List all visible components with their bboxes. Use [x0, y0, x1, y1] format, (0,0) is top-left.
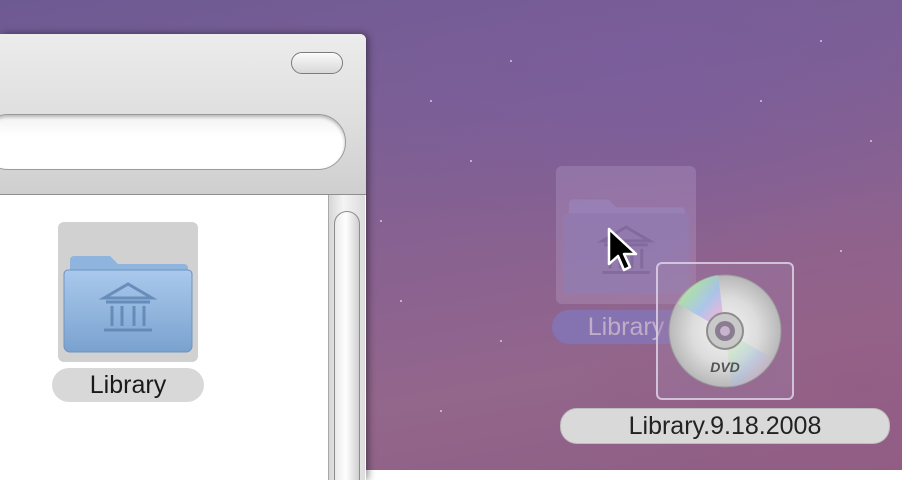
library-folder-icon: [63, 256, 193, 353]
desktop-dvd-item[interactable]: DVD Library.9.18.2008: [560, 262, 890, 452]
svg-text:DVD: DVD: [710, 359, 740, 375]
scrollbar-thumb[interactable]: [334, 211, 360, 480]
desktop-dvd-label: Library.9.18.2008: [560, 408, 890, 444]
arrow-pointer-icon: [607, 227, 638, 272]
window-library-label: Library: [52, 368, 204, 402]
path-field[interactable]: [0, 114, 346, 170]
window-library-folder[interactable]: Library: [52, 222, 212, 412]
window-toolbar: [0, 34, 366, 195]
vertical-scrollbar[interactable]: [328, 195, 365, 480]
icon-selection-highlight: DVD: [656, 262, 794, 400]
dvd-disc-icon: DVD: [668, 274, 782, 388]
icon-selection-highlight: [58, 222, 198, 362]
toolbar-toggle-button[interactable]: [291, 52, 343, 74]
